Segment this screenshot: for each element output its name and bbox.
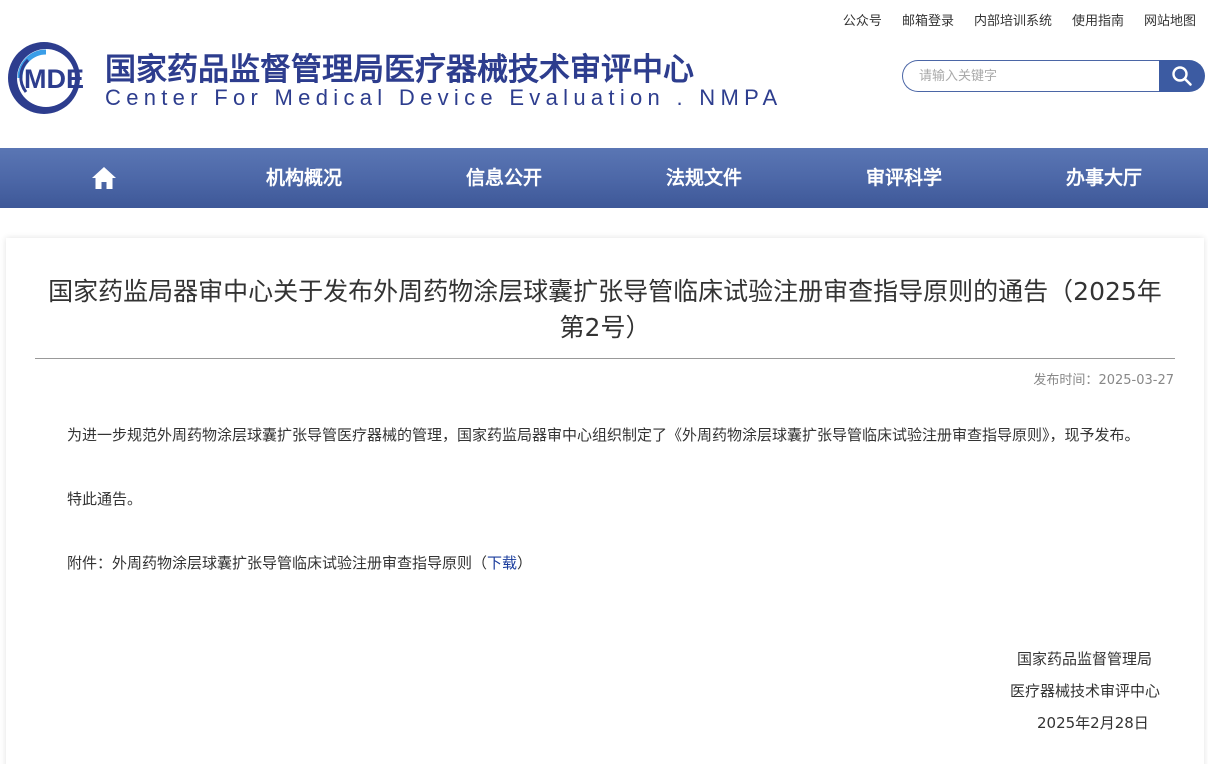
nav-item-regulations[interactable]: 法规文件	[604, 148, 804, 208]
search-button[interactable]	[1159, 60, 1205, 92]
search-input[interactable]	[902, 60, 1160, 92]
top-links: 公众号 邮箱登录 内部培训系统 使用指南 网站地图	[843, 10, 1196, 29]
article-paragraph: 为进一步规范外周药物涂层球囊扩张导管医疗器械的管理，国家药监局器审中心组织制定了…	[67, 426, 1140, 444]
attachment-suffix: ）	[517, 554, 533, 572]
attachment-line: 附件：外周药物涂层球囊扩张导管临床试验注册审查指导原则（下载）	[35, 547, 1177, 579]
signature-org-nmpa: 国家药品监督管理局	[1017, 650, 1153, 668]
title-divider	[35, 358, 1175, 359]
article-title: 国家药监局器审中心关于发布外周药物涂层球囊扩张导管临床试验注册审查指导原则的通告…	[48, 277, 1162, 342]
publish-date-value: 2025-03-27	[1098, 373, 1174, 388]
signature-date: 2025年2月28日	[1037, 714, 1149, 732]
publish-date-label: 发布时间：	[1033, 373, 1099, 388]
site-title-en: Center For Medical Device Evaluation . N…	[105, 85, 783, 110]
top-link-mail-login[interactable]: 邮箱登录	[902, 10, 954, 29]
site-logo[interactable]: MDE	[6, 40, 98, 116]
download-link[interactable]: 下载	[487, 554, 517, 572]
publish-date: 发布时间：2025-03-27	[1033, 369, 1174, 388]
attachment-prefix: 附件：外周药物涂层球囊扩张导管临床试验注册审查指导原则（	[67, 554, 488, 572]
nav-item-about[interactable]: 机构概况	[204, 148, 404, 208]
search-box	[902, 60, 1205, 92]
nav-item-review-science[interactable]: 审评科学	[804, 148, 1004, 208]
top-link-sitemap[interactable]: 网站地图	[1144, 10, 1196, 29]
article-paragraph-notice: 特此通告。	[67, 490, 143, 508]
main-nav: 机构概况 信息公开 法规文件 审评科学 办事大厅	[0, 148, 1208, 208]
signature-org-cmde: 医疗器械技术审评中心	[1010, 682, 1161, 700]
nav-home[interactable]	[4, 148, 204, 208]
nav-item-service-hall[interactable]: 办事大厅	[1004, 148, 1204, 208]
nav-item-info-disclosure[interactable]: 信息公开	[404, 148, 604, 208]
top-link-wechat[interactable]: 公众号	[843, 10, 882, 29]
logo-text: MDE	[24, 64, 84, 94]
top-link-training[interactable]: 内部培训系统	[974, 10, 1052, 29]
article-container: 国家药监局器审中心关于发布外周药物涂层球囊扩张导管临床试验注册审查指导原则的通告…	[6, 238, 1204, 764]
top-link-guide[interactable]: 使用指南	[1072, 10, 1124, 29]
search-icon	[1172, 66, 1192, 86]
home-icon	[92, 167, 116, 189]
site-title-cn: 国家药品监督管理局医疗器械技术审评中心	[105, 52, 694, 88]
